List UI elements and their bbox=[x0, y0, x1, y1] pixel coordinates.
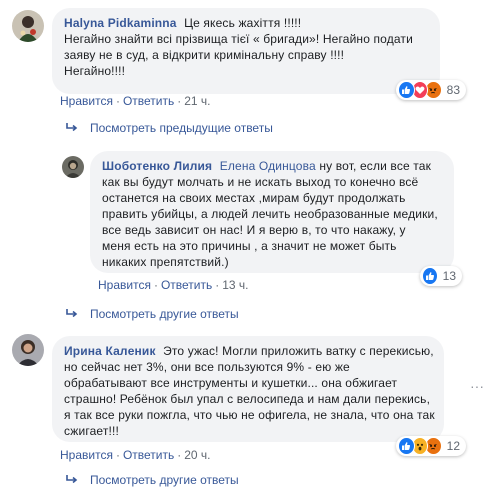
comment-bubble: Halyna Pidkaminna Це якесь жахіття !!!!!… bbox=[52, 8, 440, 94]
comment-text: Негайно знайти всі прізвища тієї « брига… bbox=[64, 32, 413, 46]
comment-author[interactable]: Halyna Pidkaminna bbox=[64, 16, 177, 30]
comment-timestamp[interactable]: 21 ч. bbox=[184, 94, 210, 108]
reaction-summary[interactable]: 83 bbox=[396, 80, 466, 100]
view-more-replies[interactable]: Посмотреть другие ответы bbox=[66, 473, 239, 487]
view-previous-replies[interactable]: Посмотреть предыдущие ответы bbox=[66, 121, 273, 135]
comment-timestamp[interactable]: 20 ч. bbox=[184, 448, 210, 462]
like-icon bbox=[398, 81, 415, 99]
reply-link[interactable]: Ответить bbox=[123, 94, 174, 108]
comment-text: сжигает!!! bbox=[64, 424, 119, 438]
comment-author[interactable]: Ирина Калeник bbox=[64, 344, 156, 358]
reaction-summary[interactable]: 13 bbox=[420, 266, 462, 286]
reply-arrow-icon bbox=[66, 309, 78, 318]
avatar-irina[interactable] bbox=[12, 334, 44, 366]
comment-author[interactable]: Шоботенко Лилия bbox=[102, 159, 212, 173]
comment-text: Це якесь жахіття !!!!! bbox=[184, 16, 302, 30]
comment-first-line: Ирина Калeник Это ужас! Могли приложить … bbox=[64, 343, 434, 359]
comment-options-icon[interactable]: ··· bbox=[470, 378, 484, 394]
view-more-replies-label: Посмотреть другие ответы bbox=[90, 307, 239, 321]
like-link[interactable]: Нравится bbox=[60, 448, 113, 462]
reaction-summary[interactable]: 12 bbox=[396, 436, 466, 456]
comment-text: как вы будут молчать и не искать выход т… bbox=[102, 175, 419, 189]
comment-actions: Нравится · Ответить · 21 ч. bbox=[60, 94, 211, 108]
comment-first-line: Halyna Pidkaminna Це якесь жахіття !!!!! bbox=[64, 15, 428, 31]
separator-dot: · bbox=[177, 448, 182, 462]
comment-text: никаких препятствий.) bbox=[102, 255, 229, 269]
comment-text: Это ужас! Могли приложить ватку с переки… bbox=[163, 344, 434, 358]
reaction-count: 13 bbox=[442, 269, 456, 283]
reaction-count: 12 bbox=[446, 439, 460, 453]
like-icon bbox=[422, 267, 438, 285]
comment-actions: Нравится · Ответить · 13 ч. bbox=[98, 278, 249, 292]
separator-dot: · bbox=[215, 278, 220, 292]
view-more-replies[interactable]: Посмотреть другие ответы bbox=[66, 307, 239, 321]
comment-bubble: Шоботенко Лилия Елена Одинцова ну вот, е… bbox=[90, 151, 454, 273]
view-previous-replies-label: Посмотреть предыдущие ответы bbox=[90, 121, 273, 135]
comment-first-line: Шоботенко Лилия Елена Одинцова ну вот, е… bbox=[102, 158, 442, 174]
like-icon bbox=[398, 437, 415, 455]
comment-text: страшно! Ребёнок был упал с велосипеда и… bbox=[64, 392, 431, 406]
comment-bubble: Ирина Калeник Это ужас! Могли приложить … bbox=[52, 336, 444, 442]
like-link[interactable]: Нравится bbox=[60, 94, 113, 108]
reaction-count: 83 bbox=[446, 83, 460, 97]
reply-link[interactable]: Ответить bbox=[161, 278, 212, 292]
separator-dot: · bbox=[115, 94, 120, 108]
comment-text: заяву не в суд, а відкрити кримінальну с… bbox=[64, 48, 345, 62]
comment-text: править убийцы, а людей лечить необразов… bbox=[102, 207, 438, 221]
comment-text: обрабатывают все инструменты и кушетки..… bbox=[64, 376, 398, 390]
comment-text: но сейчас нет 3%, они все пользуются 9% … bbox=[64, 360, 350, 374]
comment-actions: Нравится · Ответить · 20 ч. bbox=[60, 448, 211, 462]
comment-text: я так все руки пожгла, что чью не офигел… bbox=[64, 408, 435, 422]
comment-text: останется на своих местах ,мирам будут п… bbox=[102, 191, 406, 205]
separator-dot: · bbox=[115, 448, 120, 462]
reply-link[interactable]: Ответить bbox=[123, 448, 174, 462]
avatar-halyna[interactable] bbox=[12, 10, 44, 42]
reply-arrow-icon bbox=[66, 475, 78, 484]
separator-dot: · bbox=[153, 278, 158, 292]
view-more-replies-label: Посмотреть другие ответы bbox=[90, 473, 239, 487]
avatar-shobotenko[interactable] bbox=[62, 156, 84, 178]
separator-dot: · bbox=[177, 94, 182, 108]
reply-arrow-icon bbox=[66, 123, 78, 132]
comment-timestamp[interactable]: 13 ч. bbox=[222, 278, 248, 292]
mention-link[interactable]: Елена Одинцова bbox=[220, 159, 316, 173]
like-link[interactable]: Нравится bbox=[98, 278, 151, 292]
comment-text: Негайно!!!! bbox=[64, 64, 126, 78]
comment-text: все ведь зависит он нас! И я верю в, то … bbox=[102, 223, 406, 237]
comment-text: ну вот, если все так bbox=[319, 159, 432, 173]
comment-text: меня есть на это причины , а значит не м… bbox=[102, 239, 397, 253]
